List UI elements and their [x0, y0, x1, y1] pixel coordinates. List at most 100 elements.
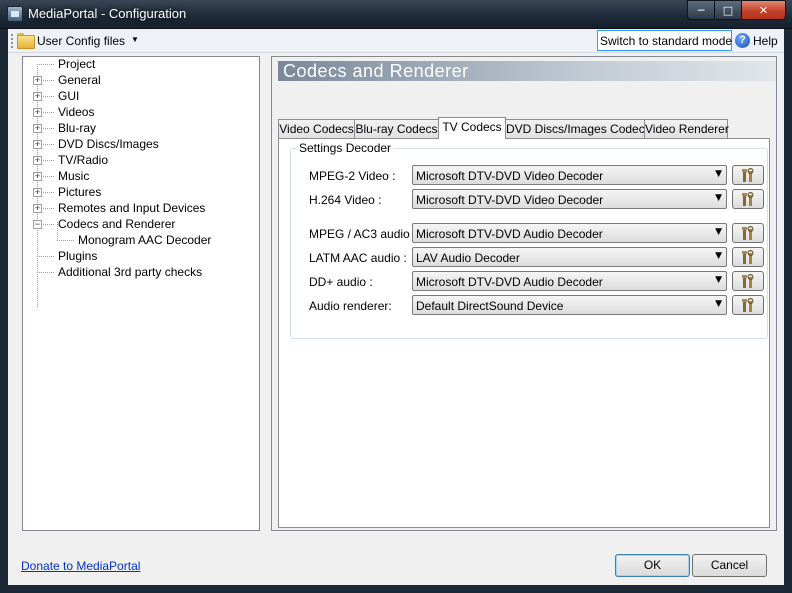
tree-item-label: General [58, 73, 101, 87]
tree-item-label: GUI [58, 89, 80, 103]
minimize-button[interactable]: ─ [687, 0, 714, 20]
tree-line [43, 176, 55, 177]
section-title: Codecs and Renderer [283, 61, 469, 81]
audio-renderer-label: Audio renderer: [309, 299, 392, 313]
tree-line [43, 112, 55, 113]
title-bar[interactable]: MediaPortal - Configuration ─ □ ✕ [0, 0, 792, 29]
chevron-down-icon[interactable]: ▼ [131, 35, 139, 44]
window-title: MediaPortal - Configuration [28, 6, 187, 21]
tree-line [37, 272, 55, 273]
select-value: Microsoft DTV-DVD Video Decoder [416, 193, 604, 207]
tree-line [43, 96, 55, 97]
tree-item-label: DVD Discs/Images [58, 137, 159, 151]
expand-icon[interactable]: + [33, 204, 42, 213]
maximize-button[interactable]: □ [714, 0, 741, 20]
tree-item-label: Codecs and Renderer [58, 217, 176, 231]
settings-panel: Codecs and Renderer Video Codecs Blu-ray… [271, 56, 777, 531]
window-client-area: User Config files ▼ Switch to standard m… [8, 29, 784, 585]
settings-tree[interactable]: Project + General + GUI + Videos + Blu-r… [22, 56, 260, 531]
switch-to-standard-mode-button[interactable]: Switch to standard mode [597, 30, 732, 51]
tree-item-label: Pictures [58, 185, 102, 199]
toolbar: User Config files ▼ Switch to standard m… [8, 29, 784, 53]
window-border-right [784, 29, 792, 593]
tree-item-label: TV/Radio [58, 153, 109, 167]
window-border-left [0, 29, 8, 593]
select-value: LAV Audio Decoder [416, 251, 520, 265]
select-value: Microsoft DTV-DVD Audio Decoder [416, 227, 603, 241]
expand-icon[interactable]: + [33, 92, 42, 101]
tree-item-label: Music [58, 169, 90, 183]
user-config-files-menu[interactable]: User Config files [37, 34, 125, 48]
expand-icon[interactable]: + [33, 76, 42, 85]
select-value: Microsoft DTV-DVD Audio Decoder [416, 275, 603, 289]
dropdown-arrow-icon: ▼ [715, 227, 722, 237]
h264-video-select[interactable]: Microsoft DTV-DVD Video Decoder ▼ [412, 189, 727, 209]
expand-icon[interactable]: + [33, 172, 42, 181]
dropdown-arrow-icon: ▼ [715, 251, 722, 261]
tree-line [43, 144, 55, 145]
tab-tv-codecs[interactable]: TV Codecs [438, 117, 506, 139]
latm-aac-audio-label: LATM AAC audio : [309, 251, 407, 265]
tree-line [43, 128, 55, 129]
tree-line [37, 256, 55, 257]
mpeg-ac3-audio-select[interactable]: Microsoft DTV-DVD Audio Decoder ▼ [412, 223, 727, 243]
select-value: Microsoft DTV-DVD Video Decoder [416, 169, 604, 183]
tree-line [37, 64, 55, 65]
dropdown-arrow-icon: ▼ [715, 299, 722, 309]
dropdown-arrow-icon: ▼ [715, 193, 722, 203]
expand-icon[interactable]: + [33, 156, 42, 165]
expand-icon[interactable]: + [33, 140, 42, 149]
dd-plus-audio-config-button[interactable] [732, 271, 764, 291]
audio-renderer-select[interactable]: Default DirectSound Device ▼ [412, 295, 727, 315]
select-value: Default DirectSound Device [416, 299, 564, 313]
app-icon [7, 6, 23, 22]
expand-icon[interactable]: + [33, 124, 42, 133]
tree-item-label: Additional 3rd party checks [58, 265, 203, 279]
close-button[interactable]: ✕ [741, 0, 786, 20]
settings-tools-icon [742, 274, 754, 288]
latm-aac-audio-config-button[interactable] [732, 247, 764, 267]
h264-video-config-button[interactable] [732, 189, 764, 209]
dd-plus-audio-label: DD+ audio : [309, 275, 373, 289]
h264-video-label: H.264 Video : [309, 193, 382, 207]
help-button[interactable]: Help [753, 34, 778, 48]
ok-button[interactable]: OK [615, 554, 690, 577]
tv-codecs-page: Settings Decoder MPEG-2 Video : Microsof… [278, 138, 770, 528]
tree-line [43, 160, 55, 161]
settings-tools-icon [742, 250, 754, 264]
tab-video-codecs[interactable]: Video Codecs [278, 119, 355, 138]
mpeg-ac3-audio-config-button[interactable] [732, 223, 764, 243]
expand-icon[interactable]: + [33, 188, 42, 197]
dd-plus-audio-select[interactable]: Microsoft DTV-DVD Audio Decoder ▼ [412, 271, 727, 291]
mpeg2-video-select[interactable]: Microsoft DTV-DVD Video Decoder ▼ [412, 165, 727, 185]
collapse-icon[interactable]: − [33, 220, 42, 229]
help-icon[interactable]: ? [735, 33, 750, 48]
cancel-button[interactable]: Cancel [692, 554, 767, 577]
tree-line [43, 208, 55, 209]
tab-video-renderer[interactable]: Video Renderer [644, 119, 729, 138]
tree-line [43, 224, 55, 225]
donate-link[interactable]: Donate to MediaPortal [21, 559, 140, 573]
folder-icon[interactable] [17, 33, 35, 49]
tree-item-label: Monogram AAC Decoder [78, 233, 212, 247]
tree-item-label: Plugins [58, 249, 98, 263]
mpeg-ac3-audio-label: MPEG / AC3 audio : [309, 227, 417, 241]
tree-item-label: Blu-ray [58, 121, 97, 135]
audio-renderer-config-button[interactable] [732, 295, 764, 315]
settings-decoder-group: Settings Decoder MPEG-2 Video : Microsof… [290, 141, 768, 339]
tab-dvd-discs-images-codecs[interactable]: DVD Discs/Images Codecs [505, 119, 651, 138]
mpeg2-video-label: MPEG-2 Video : [309, 169, 396, 183]
expand-icon[interactable]: + [33, 108, 42, 117]
tree-line [43, 192, 55, 193]
caption-buttons: ─ □ ✕ [687, 0, 786, 20]
latm-aac-audio-select[interactable]: LAV Audio Decoder ▼ [412, 247, 727, 267]
tree-line [43, 80, 55, 81]
window-border-bottom [0, 585, 792, 593]
group-title: Settings Decoder [297, 141, 394, 155]
toolbar-grip-icon[interactable] [11, 34, 13, 48]
tab-blu-ray-codecs[interactable]: Blu-ray Codecs [354, 119, 439, 138]
dropdown-arrow-icon: ▼ [715, 275, 722, 285]
settings-tools-icon [742, 168, 754, 182]
mpeg2-video-config-button[interactable] [732, 165, 764, 185]
tree-line [57, 240, 75, 241]
